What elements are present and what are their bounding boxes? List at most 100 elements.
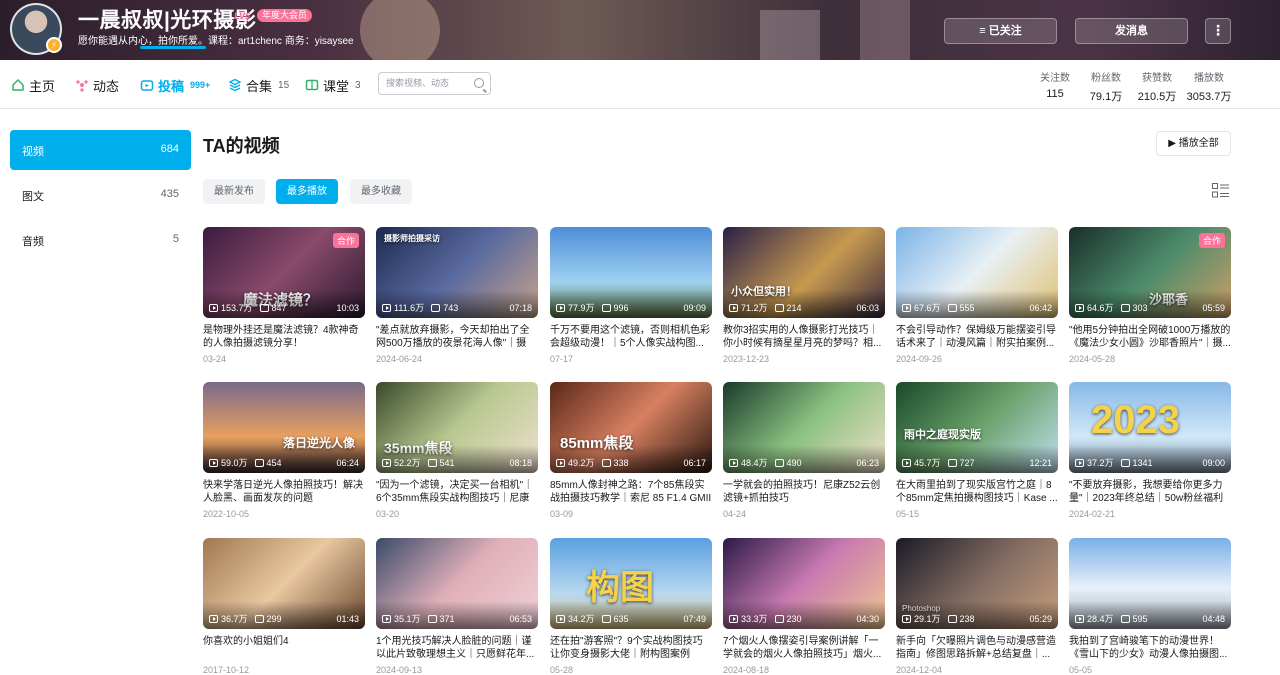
video-thumbnail[interactable]: 构图 34.2万 635 07:49 xyxy=(550,538,712,629)
video-title[interactable]: 我拍到了宫崎骏笔下的动漫世界！《雪山下的少女》动漫人像拍摄图... xyxy=(1069,635,1231,661)
sidebar-item-video[interactable]: 视频 684 xyxy=(10,130,191,170)
video-title[interactable]: 7个烟火人像摆姿引导案例讲解「一学就会的烟火人像拍照技巧」烟火... xyxy=(723,635,885,661)
video-duration: 04:30 xyxy=(856,613,879,624)
video-date: 03-20 xyxy=(376,509,400,519)
activity-icon xyxy=(76,80,88,92)
stat-label: 获赞数 xyxy=(1142,73,1172,84)
tab-label: 课堂 xyxy=(323,78,350,94)
video-title[interactable]: 快来学落日逆光人像拍照技巧！解决人脸黑、画面发灰的问题 xyxy=(203,479,365,505)
danmaku-icon xyxy=(427,614,437,623)
video-title[interactable]: 一学就会的拍照技巧！尼康Z52云创滤镜+抓拍技巧 xyxy=(723,479,885,505)
danmaku-icon xyxy=(947,614,957,623)
home-icon xyxy=(12,78,24,91)
tab-uploads[interactable]: 投稿 999+ xyxy=(140,75,210,95)
danmaku-count: 595 xyxy=(1132,613,1148,624)
video-title[interactable]: 在大雨里拍到了现实版宫竹之庭｜8个85mm定焦拍摄构图技巧｜Kase ... xyxy=(896,479,1058,505)
video-thumbnail[interactable]: 85mm焦段 49.2万 338 06:17 xyxy=(550,382,712,473)
danmaku-count: 541 xyxy=(439,457,455,468)
tab-label: 投稿 xyxy=(158,78,185,94)
tab-label: 动态 xyxy=(93,78,120,94)
danmaku-icon xyxy=(259,303,269,312)
banner-decoration xyxy=(360,0,440,60)
video-title[interactable]: 85mm人像封神之路：7个85焦段实战拍摄技巧教学｜索尼 85 F1.4 GMI… xyxy=(550,479,712,505)
video-thumbnail[interactable]: 77.9万 996 09:09 xyxy=(550,227,712,318)
message-button[interactable]: 发消息 xyxy=(1075,18,1188,44)
video-duration: 06:42 xyxy=(1029,302,1052,313)
video-title[interactable]: "因为一个滤镜，决定买一台相机"｜6个35mm焦段实战构图技巧｜尼康z... xyxy=(376,479,538,505)
video-date: 03-24 xyxy=(203,354,227,364)
stat-value: 210.5万 xyxy=(1137,91,1177,103)
stat-following[interactable]: 关注数 115 xyxy=(1036,69,1074,100)
tab-classroom[interactable]: 课堂 3 xyxy=(305,75,361,95)
video-thumbnail[interactable]: 67.6万 555 06:42 xyxy=(896,227,1058,318)
tab-home[interactable]: 主页 xyxy=(11,75,55,95)
danmaku-count: 454 xyxy=(266,457,282,468)
video-date: 2024-09-26 xyxy=(896,354,943,364)
danmaku-count: 338 xyxy=(613,457,629,468)
stat-followers[interactable]: 粉丝数 79.1万 xyxy=(1087,69,1125,104)
list-view-icon[interactable] xyxy=(1212,183,1229,198)
video-title[interactable]: 新手向「欠曝照片调色与动漫感营造指南」修图思路拆解+总结复盘｜... xyxy=(896,635,1058,661)
sidebar-item-label: 音频 xyxy=(22,236,44,248)
danmaku-count: 996 xyxy=(613,302,629,313)
video-title[interactable]: "不要放弃摄影，我想要给你更多力量"｜2023年终总结｜50w粉丝福利 xyxy=(1069,479,1231,505)
video-thumbnail[interactable]: 摄影师拍摄采访 111.6万 743 07:18 xyxy=(376,227,538,318)
video-thumbnail[interactable]: 魔法滤镜？合作153.7万84710:03 xyxy=(203,227,365,318)
video-title[interactable]: 你喜欢的小姐姐们4 xyxy=(203,635,365,661)
video-thumbnail[interactable]: 小众但实用！71.2万21406:03 xyxy=(723,227,885,318)
search-icon[interactable] xyxy=(474,78,484,88)
video-title[interactable]: 千万不要用这个滤镜，否则相机色彩会超级动漫！｜5个人像实战构图... xyxy=(550,324,712,350)
follow-button[interactable]: ≡ 已关注 xyxy=(944,18,1057,44)
search-input[interactable]: 搜索视频、动态 xyxy=(378,72,491,95)
video-title[interactable]: 不会引导动作？保姆级万能摆姿引导话术来了｜动漫风篇｜附实拍案例... xyxy=(896,324,1058,350)
video-thumbnail[interactable]: 雨中之庭现实版 45.7万 727 12:21 xyxy=(896,382,1058,473)
video-thumbnail[interactable]: 落日逆光人像 59.0万 454 06:24 xyxy=(203,382,365,473)
video-thumbnail[interactable]: 35mm焦段52.2万54108:18 xyxy=(376,382,538,473)
video-thumbnail[interactable]: 35.1万 371 06:53 xyxy=(376,538,538,629)
sidebar-item-article[interactable]: 图文 435 xyxy=(10,175,191,215)
video-date: 2024-05-28 xyxy=(1069,354,1116,364)
video-title[interactable]: 1个用光技巧解决人脸脏的问题｜谨以此片致敬理想主义｜只愿鲜花年... xyxy=(376,635,538,661)
play-count-icon xyxy=(382,458,391,467)
danmaku-icon xyxy=(774,458,784,467)
video-title[interactable]: 是物理外挂还是魔法滤镜？4款神奇的人像拍摄滤镜分享！ xyxy=(203,324,365,350)
video-thumbnail[interactable]: 33.3万 230 04:30 xyxy=(723,538,885,629)
video-title[interactable]: 教你3招实用的人像摄影打光技巧｜你小时候有摘星星月亮的梦吗？相... xyxy=(723,324,885,350)
danmaku-icon xyxy=(947,303,957,312)
vip-badge[interactable]: 年度大会员 xyxy=(257,9,313,22)
video-meta: 71.2万 214 06:03 xyxy=(729,301,879,314)
sidebar-item-audio[interactable]: 音频 5 xyxy=(10,220,191,260)
more-menu-button[interactable]: ⋮ xyxy=(1205,18,1231,44)
play-all-button[interactable]: ▶ 播放全部 xyxy=(1156,131,1231,156)
view-count: 52.2万 xyxy=(394,458,421,468)
play-count-icon xyxy=(209,614,218,623)
video-title[interactable]: "他用5分钟拍出全网破1000万播放的《魔法少女小圆》沙耶香照片"｜摄... xyxy=(1069,324,1231,350)
play-count-icon xyxy=(382,303,391,312)
danmaku-icon xyxy=(254,458,264,467)
video-thumbnail[interactable]: 28.4万 595 04:48 xyxy=(1069,538,1231,629)
danmaku-count: 230 xyxy=(786,613,802,624)
video-thumbnail[interactable]: 2023 37.2万 1341 09:00 xyxy=(1069,382,1231,473)
sort-most-favorited-button[interactable]: 最多收藏 xyxy=(350,179,412,204)
video-date: 2023-12-23 xyxy=(723,354,770,364)
play-count-icon xyxy=(209,458,218,467)
upload-icon xyxy=(140,80,154,91)
video-title[interactable]: "差点就放弃摄影，今天却拍出了全网500万播放的夜景花海人像"｜摄影... xyxy=(376,324,538,350)
sort-latest-button[interactable]: 最新发布 xyxy=(203,179,265,204)
sort-most-played-button[interactable]: 最多播放 xyxy=(276,179,338,204)
tab-collections[interactable]: 合集 15 xyxy=(228,75,289,95)
video-thumbnail[interactable]: 36.7万 299 01:43 xyxy=(203,538,365,629)
stat-label: 播放数 xyxy=(1194,73,1224,84)
tab-count: 999+ xyxy=(190,80,211,90)
video-thumbnail[interactable]: 沙耶香合作64.6万30305:59 xyxy=(1069,227,1231,318)
section-title: TA的视频 xyxy=(203,136,280,156)
video-title[interactable]: 还在拍"游客照"？9个实战构图技巧让你变身摄影大佬｜附构图案例+照... xyxy=(550,635,712,661)
video-duration: 04:48 xyxy=(1202,613,1225,624)
video-thumbnail[interactable]: 48.4万 490 06:23 xyxy=(723,382,885,473)
video-thumbnail[interactable]: Photoshop29.1万23805:29 xyxy=(896,538,1058,629)
danmaku-count: 371 xyxy=(439,613,455,624)
video-date: 07-17 xyxy=(550,354,574,364)
view-count: 36.7万 xyxy=(221,614,248,624)
tab-activity[interactable]: 动态 xyxy=(75,75,119,95)
sidebar-item-count: 5 xyxy=(172,233,179,245)
